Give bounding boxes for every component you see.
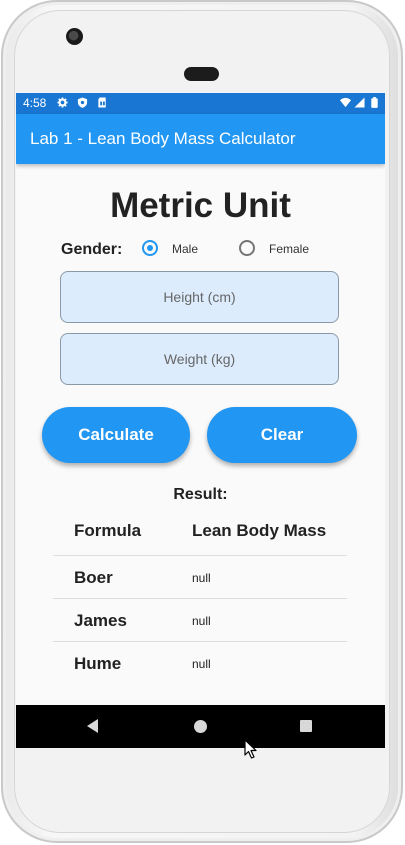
back-icon[interactable] [87, 719, 98, 733]
app-bar: Lab 1 - Lean Body Mass Calculator [16, 114, 385, 164]
mouse-cursor-icon [244, 739, 257, 759]
navigation-bar [16, 705, 385, 748]
weight-input[interactable] [60, 333, 339, 385]
male-radio[interactable] [142, 240, 158, 256]
recent-apps-icon[interactable] [300, 720, 312, 732]
formula-cell: Boer [74, 568, 113, 587]
gender-label: Gender: [61, 241, 123, 258]
formula-cell: Hume [74, 654, 122, 673]
home-icon[interactable] [194, 720, 207, 733]
gear-icon [57, 97, 68, 108]
front-camera [66, 28, 83, 45]
row-divider [53, 598, 347, 599]
sim-card-icon [98, 97, 106, 108]
shield-icon [77, 97, 88, 108]
calculate-button[interactable]: Calculate [42, 407, 190, 463]
lbm-value-cell: null [192, 657, 211, 671]
table-header-formula: Formula [74, 521, 142, 540]
male-radio-label[interactable]: Male [172, 242, 198, 256]
battery-icon [371, 97, 378, 108]
earpiece-speaker [184, 67, 219, 81]
formula-cell: James [74, 611, 127, 630]
row-divider [53, 555, 347, 556]
signal-icon [354, 97, 365, 108]
phone-frame: 4:58 Lab 1 - Lean Body Mass Calculator M… [1, 0, 403, 843]
result-label: Result: [173, 486, 228, 503]
app-title: Lab 1 - Lean Body Mass Calculator [30, 129, 296, 148]
status-time: 4:58 [23, 96, 47, 110]
female-radio-label[interactable]: Female [269, 242, 309, 256]
table-header-lbm: Lean Body Mass [192, 521, 327, 540]
clear-button[interactable]: Clear [207, 407, 357, 463]
height-input[interactable] [60, 271, 339, 323]
lbm-value-cell: null [192, 571, 211, 585]
female-radio[interactable] [239, 240, 255, 256]
status-bar: 4:58 [16, 93, 385, 114]
main-content: Metric Unit Gender: Male Female Calculat… [16, 164, 385, 705]
wifi-icon [340, 97, 351, 108]
row-divider [53, 641, 347, 642]
phone-screen: 4:58 Lab 1 - Lean Body Mass Calculator M… [16, 93, 385, 748]
lbm-value-cell: null [192, 614, 211, 628]
page-title: Metric Unit [110, 186, 291, 225]
